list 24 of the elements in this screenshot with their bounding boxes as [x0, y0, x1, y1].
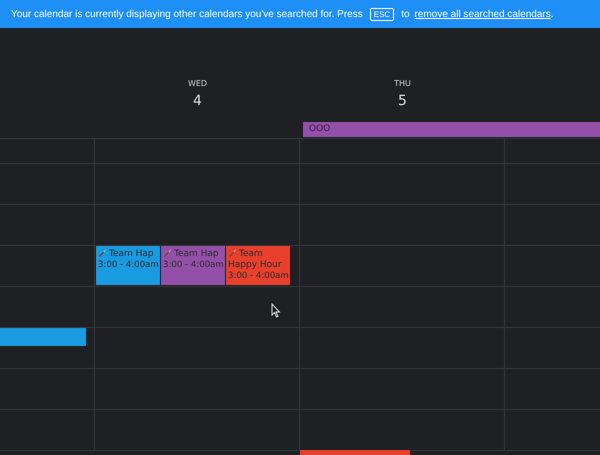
date-label[interactable]: 4 [193, 93, 202, 109]
event-title: Team Hap [163, 248, 223, 260]
bottle-icon [98, 248, 107, 257]
event-time: 3:00 - 4:00am [228, 271, 288, 282]
all-day-event[interactable]: OOO [303, 122, 600, 137]
bottle-icon [163, 248, 172, 257]
event-card[interactable]: Team Hap 3:00 - 4:00am [96, 246, 160, 285]
bottle-icon [228, 248, 237, 257]
event-time: 3:00 - 4:00am [98, 260, 158, 271]
esc-key: ESC [370, 8, 394, 20]
date-label[interactable]: 5 [398, 93, 407, 109]
notice-period: . [550, 8, 554, 20]
event-bar[interactable] [0, 328, 86, 346]
remove-searched-link[interactable]: remove all searched calendars [414, 8, 551, 20]
event-title: Team Happy Hour [228, 248, 283, 271]
event-title: Team Hap [98, 248, 158, 260]
event-card[interactable]: Team Hap 3:00 - 4:00am [161, 246, 225, 285]
notice-text: Your calendar is currently displaying other calendars you've searched for. Press [11, 8, 363, 20]
event-time: 3:00 - 4:00am [163, 260, 223, 271]
weekday-label: THU [394, 79, 411, 88]
mouse-pointer-icon [271, 303, 281, 318]
notice-text: to [401, 8, 410, 20]
event-card[interactable]: Team Happy Hour 3:00 - 4:00am [226, 246, 290, 285]
weekday-label: WED [188, 79, 208, 88]
